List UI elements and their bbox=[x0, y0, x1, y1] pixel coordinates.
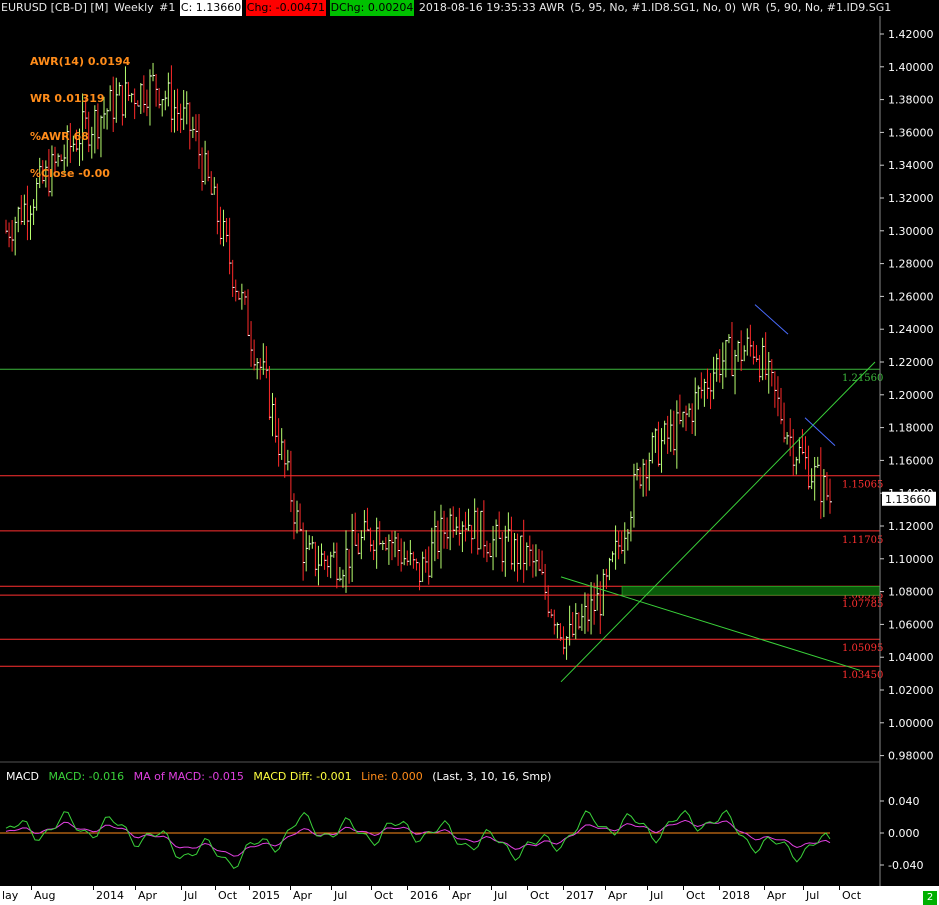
macd-tick-label: 0.000 bbox=[888, 827, 920, 840]
time-axis-label: Oct bbox=[374, 889, 394, 902]
time-axis-label: Jul bbox=[650, 889, 664, 902]
time-axis-label: 2014 bbox=[96, 889, 124, 902]
time-axis: lay Aug 2014 Apr Jul Oct 2015 Apr Jul Oct 2016 Apr J… bbox=[0, 886, 939, 905]
time-axis-label: Apr bbox=[767, 889, 787, 902]
symbol-label: EURUSD [CB-D] [M] bbox=[1, 1, 109, 14]
time-axis-tick bbox=[290, 886, 291, 890]
price-tick-label: 1.34000 bbox=[888, 159, 934, 172]
level-label: 1.15065 bbox=[842, 480, 883, 491]
level-label: 1.05095 bbox=[842, 643, 883, 654]
window-number: #1 bbox=[159, 1, 176, 14]
price-tick-label: 1.16000 bbox=[888, 454, 934, 467]
status-badge[interactable]: 2 bbox=[923, 891, 937, 905]
time-axis-tick bbox=[31, 886, 32, 890]
macd-tick-label: -0.040 bbox=[888, 859, 923, 872]
time-axis-label: Oct bbox=[530, 889, 550, 902]
time-axis-tick bbox=[563, 886, 564, 890]
time-axis-tick bbox=[249, 886, 250, 890]
macd-params: (Last, 3, 10, 16, Smp) bbox=[432, 770, 552, 783]
time-axis-tick bbox=[135, 886, 136, 890]
level-label: 1.07785 bbox=[842, 599, 883, 610]
time-axis-label: Apr bbox=[138, 889, 158, 902]
study1-params: (5, 95, No, #1.ID8.SG1, No, 0) bbox=[570, 1, 737, 14]
timestamp-label: 2018-08-16 19:35:33 AWR bbox=[418, 1, 565, 14]
time-axis-label: Apr bbox=[608, 889, 628, 902]
close-price-box: C: 1.13660 bbox=[179, 0, 243, 16]
macd-line-value: Line: 0.000 bbox=[361, 770, 423, 783]
pclose-indicator: %Close -0.00 bbox=[30, 167, 110, 180]
level-label: 1.03450 bbox=[842, 670, 883, 681]
time-axis-tick bbox=[803, 886, 804, 890]
time-axis-label: Aug bbox=[34, 889, 56, 902]
time-axis-tick bbox=[527, 886, 528, 890]
last-price-label: 1.13660 bbox=[885, 493, 931, 506]
time-axis-label: 2017 bbox=[566, 889, 594, 902]
macd-tick-label: 0.040 bbox=[888, 795, 920, 808]
price-tick-label: 1.36000 bbox=[888, 126, 934, 139]
price-tick-label: 1.30000 bbox=[888, 225, 934, 238]
price-tick-label: 1.20000 bbox=[888, 389, 934, 402]
time-axis-label: Oct bbox=[842, 889, 862, 902]
time-axis-tick bbox=[491, 886, 492, 890]
price-tick-label: 1.00000 bbox=[888, 717, 934, 730]
macd-title: MACD bbox=[6, 770, 39, 783]
time-axis-tick bbox=[181, 886, 182, 890]
time-axis-label: Oct bbox=[686, 889, 706, 902]
price-tick-label: 1.22000 bbox=[888, 356, 934, 369]
price-tick-label: 1.12000 bbox=[888, 520, 934, 533]
time-axis-tick bbox=[371, 886, 372, 890]
time-axis-label: Oct bbox=[218, 889, 238, 902]
time-axis-tick bbox=[407, 886, 408, 890]
pawr-indicator: %AWR 68 bbox=[30, 130, 89, 143]
price-tick-label: 1.02000 bbox=[888, 684, 934, 697]
time-axis-tick bbox=[647, 886, 648, 890]
change-box: Chg: -0.00471 bbox=[245, 0, 327, 16]
study2-params: (5, 90, No, #1.ID9.SG1 bbox=[765, 1, 892, 14]
time-axis-label: 2016 bbox=[410, 889, 438, 902]
price-tick-label: 1.28000 bbox=[888, 258, 934, 271]
time-axis-tick bbox=[683, 886, 684, 890]
awr-indicator: AWR(14) 0.0194 bbox=[30, 55, 131, 68]
time-axis-tick bbox=[719, 886, 720, 890]
price-tick-label: 0.98000 bbox=[888, 750, 934, 763]
price-tick-label: 1.26000 bbox=[888, 290, 934, 303]
time-axis-label: 2018 bbox=[722, 889, 750, 902]
price-tick-label: 1.06000 bbox=[888, 618, 934, 631]
macd-ma-value: MA of MACD: -0.015 bbox=[133, 770, 244, 783]
price-tick-label: 1.42000 bbox=[888, 28, 934, 41]
time-axis-label: lay bbox=[2, 889, 19, 902]
price-tick-label: 1.04000 bbox=[888, 651, 934, 664]
price-tick-label: 1.24000 bbox=[888, 323, 934, 336]
demand-zone bbox=[621, 586, 881, 596]
time-axis-label: Jul bbox=[184, 889, 198, 902]
wr-indicator: WR 0.01319 bbox=[30, 92, 105, 105]
time-axis-tick bbox=[605, 886, 606, 890]
price-tick-label: 1.32000 bbox=[888, 192, 934, 205]
price-tick-label: 1.10000 bbox=[888, 553, 934, 566]
time-axis-tick bbox=[215, 886, 216, 890]
time-axis-tick bbox=[839, 886, 840, 890]
price-tick-label: 1.40000 bbox=[888, 61, 934, 74]
time-axis-label: Jul bbox=[334, 889, 348, 902]
price-tick-label: 1.38000 bbox=[888, 94, 934, 107]
dchange-box: DChg: 0.00204 bbox=[329, 0, 415, 16]
time-axis-label: Jul bbox=[494, 889, 508, 902]
price-tick-label: 1.08000 bbox=[888, 586, 934, 599]
time-axis-tick bbox=[764, 886, 765, 890]
time-axis-tick bbox=[331, 886, 332, 890]
macd-diff-value: MACD Diff: -0.001 bbox=[253, 770, 352, 783]
study2-name: WR bbox=[741, 1, 761, 14]
chart-header: EURUSD [CB-D] [M] Weekly #1 C: 1.13660 C… bbox=[0, 0, 939, 16]
macd-header: MACD MACD: -0.016 MA of MACD: -0.015 MAC… bbox=[6, 770, 557, 783]
time-axis-tick bbox=[93, 886, 94, 890]
time-axis-label: 2015 bbox=[252, 889, 280, 902]
price-tick-label: 1.18000 bbox=[888, 422, 934, 435]
time-axis-label: Apr bbox=[452, 889, 472, 902]
time-axis-label: Apr bbox=[293, 889, 313, 902]
timeframe-label: Weekly bbox=[113, 1, 154, 14]
level-label: 1.11705 bbox=[842, 535, 883, 546]
time-axis-tick bbox=[449, 886, 450, 890]
time-axis-label: Jul bbox=[806, 889, 820, 902]
macd-value: MACD: -0.016 bbox=[48, 770, 125, 783]
